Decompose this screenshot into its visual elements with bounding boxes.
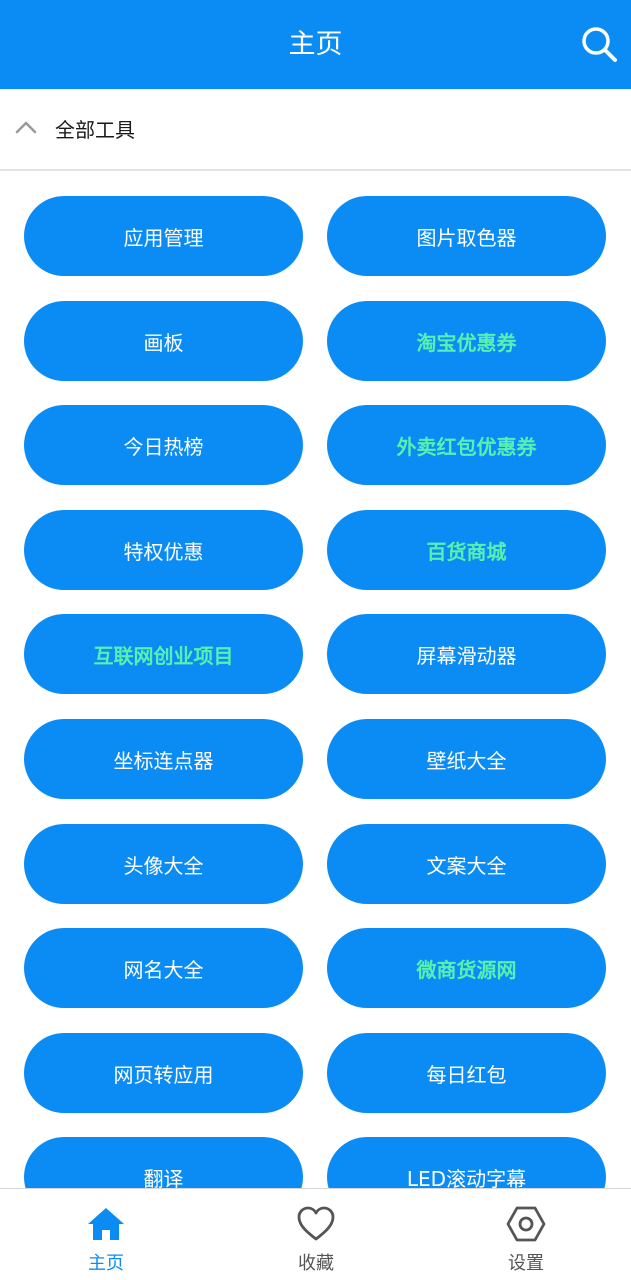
nav-item-settings[interactable]: 设置: [466, 1189, 586, 1280]
tools-grid: 应用管理 图片取色器 画板 淘宝优惠券 今日热榜 外卖红包优惠券 特权优惠 百货商城 互联网创业…: [0, 171, 631, 1188]
nav-label-favorites: 收藏: [298, 1253, 334, 1274]
tool-button[interactable]: 屏幕滑动器: [327, 614, 606, 694]
home-icon: [86, 1205, 126, 1243]
tool-button[interactable]: 应用管理: [24, 196, 303, 276]
nav-label-settings: 设置: [508, 1253, 544, 1274]
tool-button[interactable]: 百货商城: [327, 510, 606, 590]
heart-icon: [296, 1205, 336, 1243]
settings-icon: [506, 1205, 546, 1243]
tool-button[interactable]: 网名大全: [24, 928, 303, 1008]
section-title: 全部工具: [55, 118, 135, 142]
tool-button[interactable]: 今日热榜: [24, 405, 303, 485]
tool-button[interactable]: LED滚动字幕: [327, 1137, 606, 1188]
section-header-all-tools[interactable]: 全部工具: [0, 89, 631, 171]
tool-button[interactable]: 特权优惠: [24, 510, 303, 590]
tool-button[interactable]: 淘宝优惠券: [327, 301, 606, 381]
tool-button[interactable]: 互联网创业项目: [24, 614, 303, 694]
bottom-navigation: 主页 收藏 设置: [0, 1188, 631, 1280]
tool-button[interactable]: 微商货源网: [327, 928, 606, 1008]
nav-item-home[interactable]: 主页: [46, 1189, 166, 1280]
page-title: 主页: [288, 29, 343, 60]
top-app-bar: 主页: [0, 0, 631, 89]
chevron-up-icon: [14, 119, 38, 135]
tool-button[interactable]: 头像大全: [24, 824, 303, 904]
tool-button[interactable]: 外卖红包优惠券: [327, 405, 606, 485]
tool-button[interactable]: 文案大全: [327, 824, 606, 904]
tool-button[interactable]: 翻译: [24, 1137, 303, 1188]
nav-item-favorites[interactable]: 收藏: [256, 1189, 376, 1280]
nav-label-home: 主页: [88, 1253, 124, 1274]
search-icon[interactable]: [579, 24, 619, 64]
tool-button[interactable]: 画板: [24, 301, 303, 381]
tool-button[interactable]: 图片取色器: [327, 196, 606, 276]
tool-button[interactable]: 坐标连点器: [24, 719, 303, 799]
tool-button[interactable]: 网页转应用: [24, 1033, 303, 1113]
tool-button[interactable]: 壁纸大全: [327, 719, 606, 799]
tool-button[interactable]: 每日红包: [327, 1033, 606, 1113]
